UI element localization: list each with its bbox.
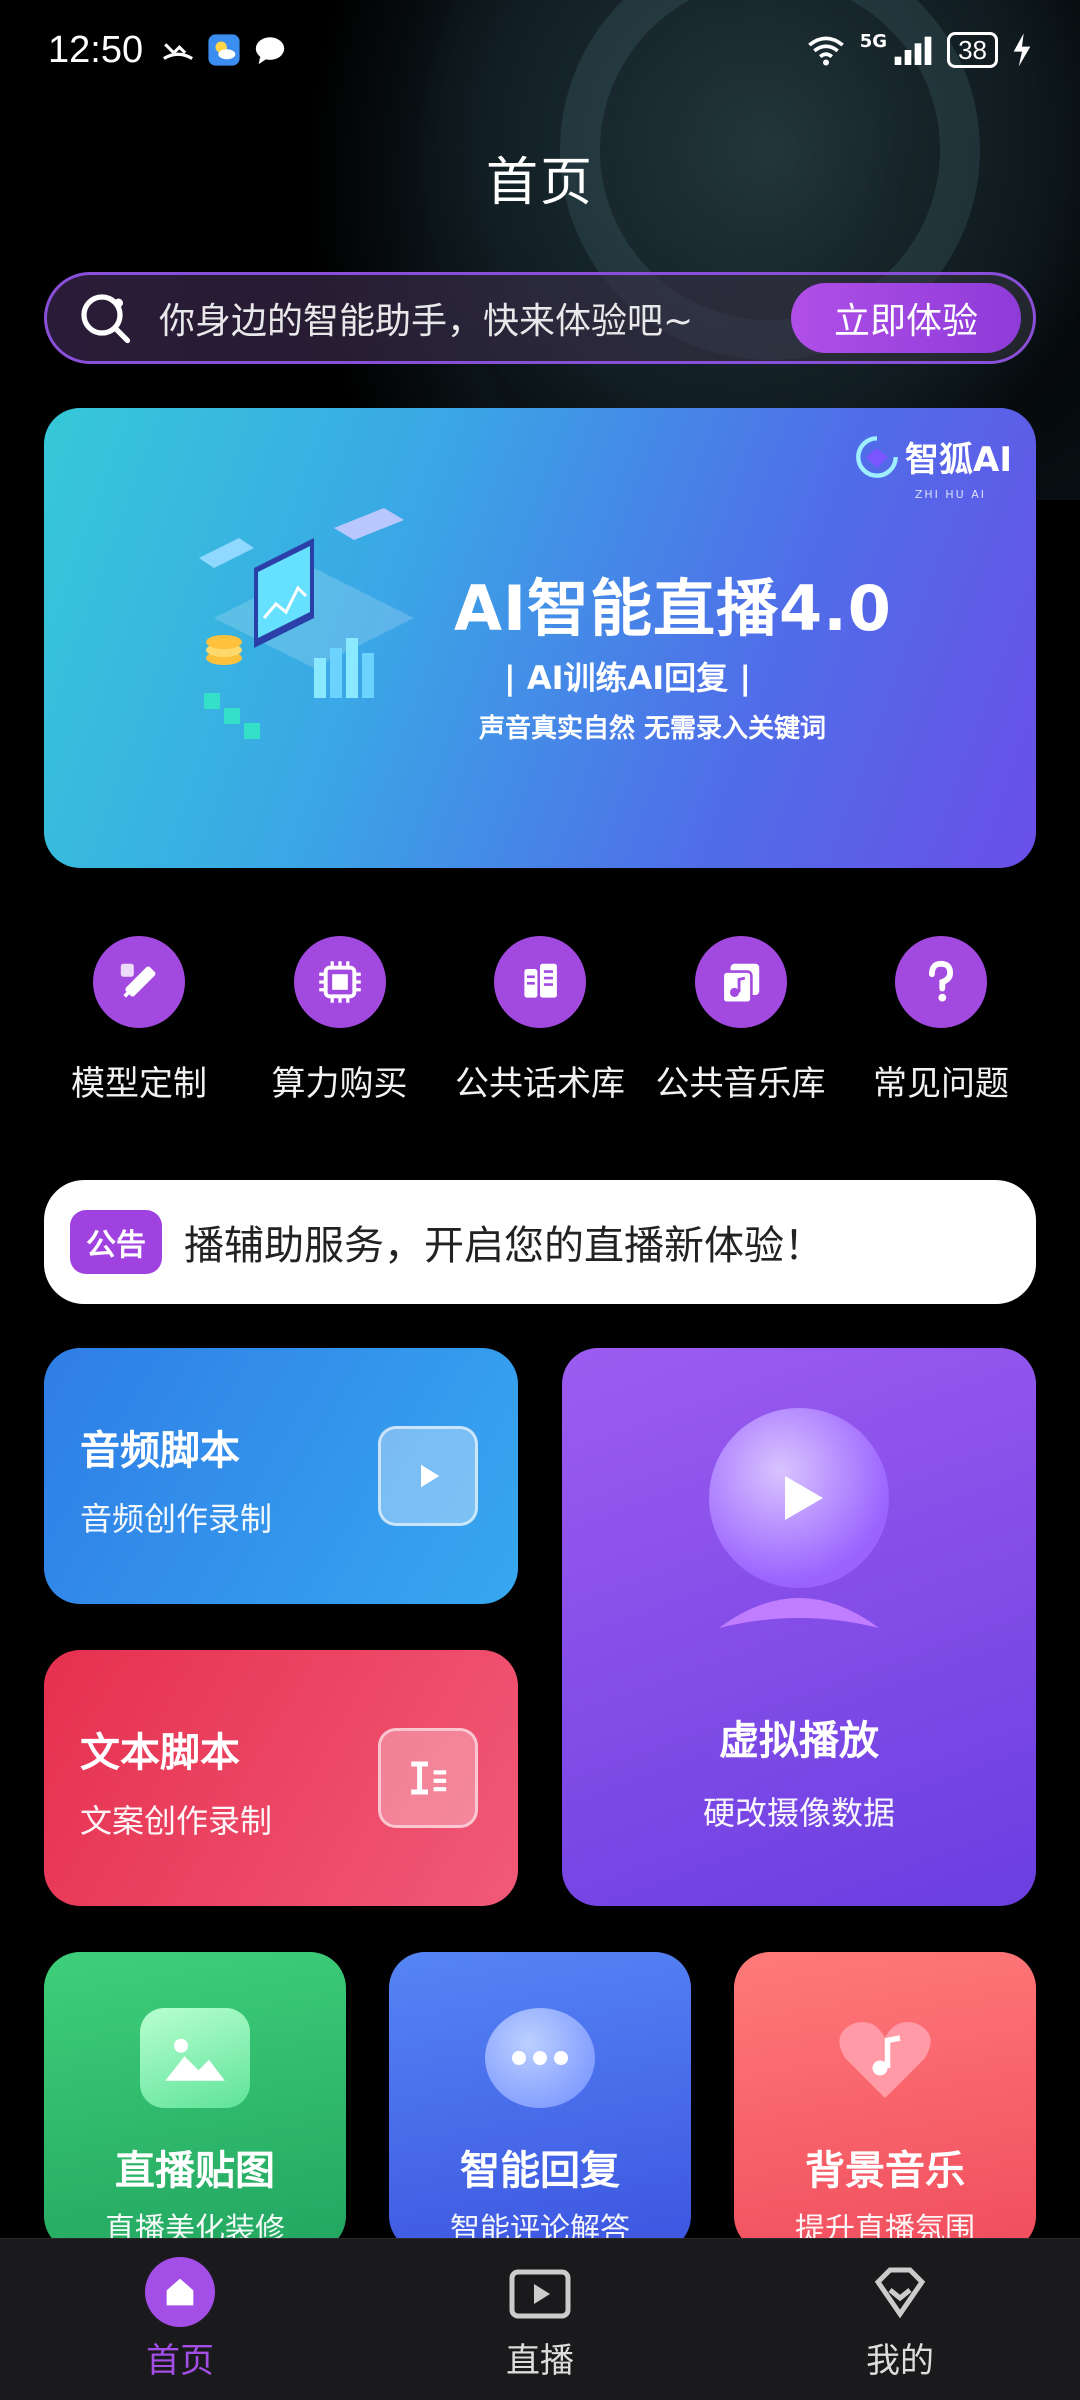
camera-stand-icon xyxy=(719,1598,879,1628)
text-script-card[interactable]: 文本脚本 文案创作录制 xyxy=(44,1650,518,1906)
charging-icon xyxy=(1013,33,1031,67)
brand-logo-subtitle: ZHI HU AI xyxy=(914,488,986,501)
live-sticker-card[interactable]: 直播贴图 直播美化装修 xyxy=(44,1952,346,2252)
nav-live[interactable]: 直播 xyxy=(440,2257,640,2382)
status-bar: 12:50 5G 38 xyxy=(0,0,1080,100)
background-music-card[interactable]: 背景音乐 提升直播氛围 xyxy=(734,1952,1036,2252)
music-library-icon xyxy=(694,936,787,1028)
brand-logo-name: 智狐AI xyxy=(905,440,1012,480)
missed-call-icon xyxy=(163,43,194,60)
card-title: 虚拟播放 xyxy=(719,1718,879,1764)
search-icon xyxy=(81,294,131,344)
home-icon xyxy=(145,2257,215,2327)
promo-banner[interactable]: 智狐AI ZHI HU AI AI智能直播4.0 | AI训练AI回复 | 声音… xyxy=(44,408,1036,868)
status-time: 12:50 xyxy=(48,28,144,71)
shortcut-label: 常见问题 xyxy=(873,1064,1009,1104)
card-subtitle: 文案创作录制 xyxy=(80,1802,273,1840)
card-title: 智能回复 xyxy=(460,2148,620,2194)
signal-icon xyxy=(894,36,932,65)
fox-logo-icon xyxy=(856,435,898,478)
banner-tagline: 声音真实自然 无需录入关键词 xyxy=(479,714,827,744)
pen-ruler-icon xyxy=(93,936,185,1028)
shortcut-grid: 模型定制 算力购买 公共话术库 公共音乐库 常见问题 xyxy=(44,936,1036,1105)
banner-title: AI智能直播4.0 xyxy=(454,572,892,645)
diamond-icon xyxy=(865,2257,935,2327)
shortcut-label: 算力购买 xyxy=(271,1064,408,1104)
bottom-navigation: 首页 直播 我的 xyxy=(0,2238,1080,2400)
card-title: 背景音乐 xyxy=(805,2148,965,2194)
chat-bubble-icon xyxy=(485,2008,595,2108)
shortcut-label: 模型定制 xyxy=(71,1064,207,1104)
shortcut-public-music[interactable]: 公共音乐库 xyxy=(646,936,836,1105)
nav-profile[interactable]: 我的 xyxy=(800,2257,1000,2382)
search-placeholder[interactable]: 你身边的智能助手，快来体验吧~ xyxy=(159,292,791,344)
card-title: 音频脚本 xyxy=(80,1428,240,1474)
card-subtitle: 音频创作录制 xyxy=(80,1500,273,1538)
virtual-playback-card[interactable]: 虚拟播放 硬改摄像数据 xyxy=(562,1348,1036,1906)
text-document-icon xyxy=(378,1728,478,1828)
card-title: 文本脚本 xyxy=(80,1730,240,1776)
nav-label: 直播 xyxy=(506,2341,574,2381)
chip-icon xyxy=(293,936,386,1028)
audio-script-card[interactable]: 音频脚本 音频创作录制 xyxy=(44,1348,518,1604)
wifi-icon xyxy=(807,36,844,66)
battery-indicator: 38 xyxy=(947,32,998,68)
smart-reply-card[interactable]: 智能回复 智能评论解答 xyxy=(389,1952,691,2252)
image-icon xyxy=(140,2008,250,2108)
nav-home[interactable]: 首页 xyxy=(80,2257,280,2382)
brand-logo: 智狐AI xyxy=(855,432,1012,481)
nav-label: 我的 xyxy=(866,2341,934,2381)
card-subtitle: 硬改摄像数据 xyxy=(702,1794,895,1832)
question-icon xyxy=(895,936,987,1028)
search-bar[interactable]: 你身边的智能助手，快来体验吧~ 立即体验 xyxy=(44,272,1036,364)
shortcut-faq[interactable]: 常见问题 xyxy=(846,936,1036,1105)
banner-subtitle: | AI训练AI回复 | xyxy=(504,659,752,697)
shortcut-label: 公共话术库 xyxy=(455,1064,625,1104)
nav-label: 首页 xyxy=(146,2341,214,2381)
weather-icon xyxy=(208,34,240,66)
tv-play-icon xyxy=(378,1426,478,1526)
card-title: 直播贴图 xyxy=(115,2148,275,2194)
shortcut-model-custom[interactable]: 模型定制 xyxy=(44,936,234,1105)
dashboard-illustration-icon xyxy=(199,508,414,739)
heart-music-icon xyxy=(830,2008,940,2108)
message-icon xyxy=(255,37,285,65)
shortcut-compute-purchase[interactable]: 算力购买 xyxy=(245,936,435,1105)
announcement-text: 播辅助服务，开启您的直播新体验！ xyxy=(184,1223,824,1269)
live-play-icon xyxy=(505,2257,575,2327)
try-now-button[interactable]: 立即体验 xyxy=(791,283,1021,353)
camera-play-icon xyxy=(709,1408,889,1588)
announcement-bar[interactable]: 公告 播辅助服务，开启您的直播新体验！ xyxy=(44,1180,1036,1304)
network-type: 5G xyxy=(859,30,888,52)
page-title: 首页 xyxy=(485,153,594,213)
shortcut-public-scripts[interactable]: 公共话术库 xyxy=(445,936,635,1105)
announcement-tag: 公告 xyxy=(70,1210,162,1274)
script-library-icon xyxy=(494,936,586,1028)
shortcut-label: 公共音乐库 xyxy=(655,1064,826,1104)
